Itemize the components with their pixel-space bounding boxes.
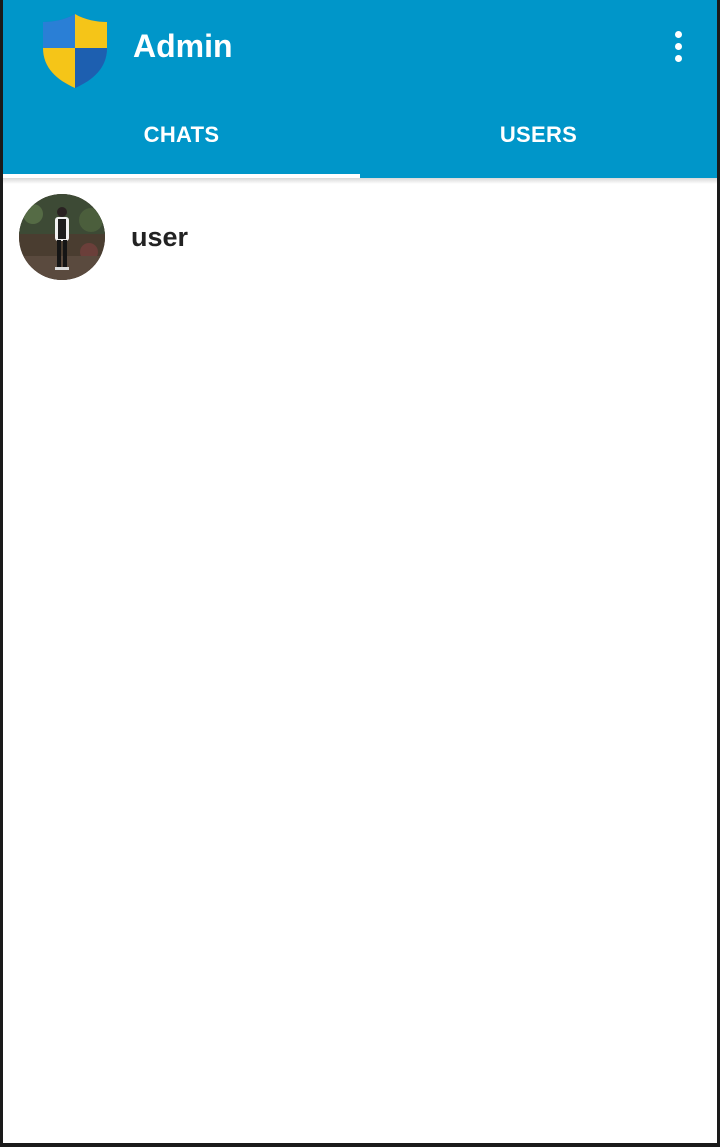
tab-users[interactable]: USERS <box>360 96 717 178</box>
more-options-button[interactable] <box>658 24 698 68</box>
avatar <box>19 194 105 280</box>
shield-icon <box>43 14 107 88</box>
more-vert-icon-dot <box>674 42 682 50</box>
app-title: Admin <box>133 28 233 64</box>
tab-bar: CHATS USERS <box>3 96 717 178</box>
app-screen: Admin CHATS USERS user <box>3 0 717 1143</box>
tab-chats[interactable]: CHATS <box>3 96 360 178</box>
chat-name: user <box>131 222 189 252</box>
app-bar: Admin CHATS USERS <box>3 0 717 178</box>
device-frame: Admin CHATS USERS user <box>0 0 720 1147</box>
tab-chats-label: CHATS <box>143 122 220 147</box>
more-vert-icon <box>674 30 682 38</box>
tab-users-label: USERS <box>499 122 578 147</box>
more-vert-icon-dot <box>674 54 682 62</box>
avatar-photo <box>19 194 105 280</box>
chat-list: user <box>3 184 717 292</box>
chat-list-item[interactable]: user <box>3 184 717 292</box>
